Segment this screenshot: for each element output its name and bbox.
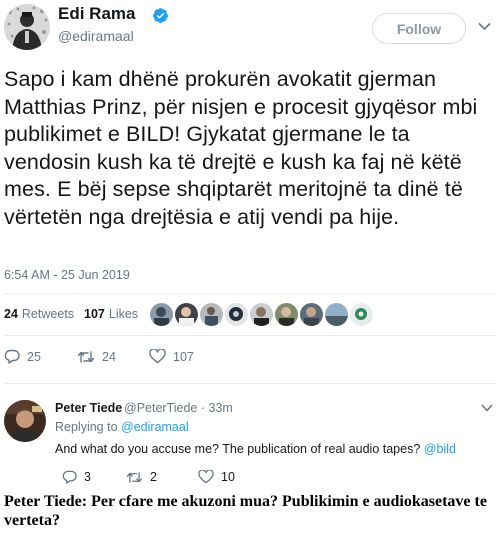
- reply-meta: @PeterTiede · 33m: [124, 401, 233, 415]
- liker-avatar[interactable]: [275, 303, 298, 326]
- liker-avatar[interactable]: [300, 303, 323, 326]
- mention-link[interactable]: @bild: [424, 442, 456, 456]
- translation-caption: Peter Tiede: Per cfare me akuzoni mua? P…: [4, 493, 487, 529]
- like-count: 10: [221, 470, 235, 484]
- retweet-icon: [77, 350, 95, 363]
- author-handle[interactable]: @ediramaal: [58, 28, 134, 44]
- divider: [4, 293, 496, 294]
- tweet-timestamp[interactable]: 6:54 AM - 25 Jun 2019: [4, 268, 130, 282]
- verified-badge-icon: [153, 8, 168, 23]
- retweet-count: 2: [150, 470, 157, 484]
- like-button[interactable]: 107: [149, 349, 194, 364]
- tweet-actions: 25 24 107: [4, 349, 194, 364]
- replying-to-label: Replying to: [55, 420, 118, 434]
- liker-avatar[interactable]: [200, 303, 223, 326]
- reply-button[interactable]: 3: [62, 470, 126, 484]
- retweet-button[interactable]: 2: [126, 470, 198, 484]
- tweet-stats: 24 Retweets 107 Likes: [4, 307, 148, 321]
- follow-button[interactable]: Follow: [372, 13, 466, 44]
- reply-count: 3: [84, 470, 91, 484]
- liker-avatar[interactable]: [225, 303, 248, 326]
- reply-text: And what do you accuse me? The publicati…: [55, 442, 456, 456]
- chevron-down-icon[interactable]: [481, 404, 493, 412]
- author-display-name[interactable]: Edi Rama: [58, 4, 135, 24]
- liker-avatar[interactable]: [350, 303, 373, 326]
- reply-time[interactable]: 33m: [209, 401, 233, 415]
- separator: ·: [200, 401, 206, 415]
- liker-avatar[interactable]: [150, 303, 173, 326]
- divider: [4, 335, 496, 336]
- avatar[interactable]: [4, 400, 46, 442]
- reply-icon: [4, 349, 20, 364]
- liker-avatar[interactable]: [175, 303, 198, 326]
- heart-icon: [198, 470, 214, 484]
- replying-to-handle[interactable]: @ediramaal: [121, 420, 189, 434]
- like-count: 107: [173, 349, 194, 364]
- liker-avatar[interactable]: [325, 303, 348, 326]
- like-button[interactable]: 10: [198, 470, 235, 484]
- retweets-stat[interactable]: 24 Retweets: [4, 307, 74, 321]
- reply-actions: 3 2 10: [62, 470, 235, 484]
- reply-icon: [62, 470, 77, 484]
- retweet-button[interactable]: 24: [77, 350, 149, 364]
- replying-to: Replying to @ediramaal: [55, 420, 189, 434]
- reply-author-name[interactable]: Peter Tiede: [55, 401, 122, 415]
- likes-stat[interactable]: 107 Likes: [84, 307, 138, 321]
- likers-avatars: [150, 303, 375, 326]
- reply-author-handle[interactable]: @PeterTiede: [124, 401, 197, 415]
- chevron-down-icon[interactable]: [478, 22, 491, 31]
- reply-text-body: And what do you accuse me? The publicati…: [55, 442, 421, 456]
- tweet-text: Sapo i kam dhënë prokurën avokatit gjerm…: [4, 67, 478, 229]
- reply-count: 25: [27, 349, 41, 364]
- heart-icon: [149, 349, 166, 364]
- retweet-icon: [126, 471, 143, 483]
- divider: [4, 383, 496, 384]
- retweet-count: 24: [102, 349, 116, 364]
- liker-avatar[interactable]: [250, 303, 273, 326]
- avatar[interactable]: [4, 4, 50, 50]
- reply-button[interactable]: 25: [4, 349, 77, 364]
